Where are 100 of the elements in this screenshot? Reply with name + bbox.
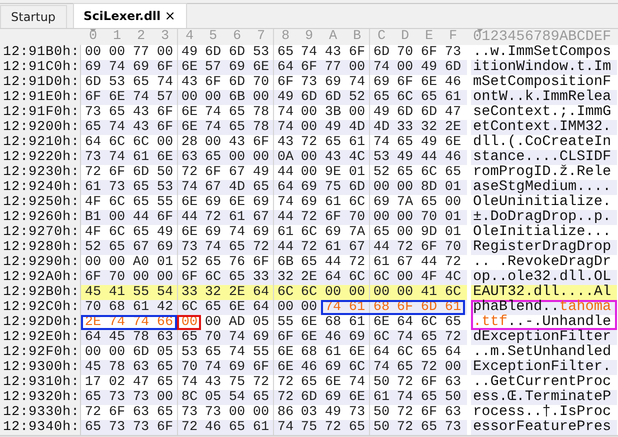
hex-byte: 73 [204,405,222,420]
column-header: D [400,29,410,45]
hex-byte: 4F [84,195,102,210]
hex-byte: 57 [204,60,222,75]
hex-byte: 6E [300,315,318,330]
offset-label: 12:92C0h: [0,300,80,315]
hex-byte: 00 [396,60,414,75]
hex-byte: 00 [444,195,462,210]
column-header: 3 [160,29,170,45]
hex-byte: 00 [108,210,126,225]
column-header: 2 [136,29,146,45]
hex-byte: 01 [444,225,462,240]
hex-byte: 69 [228,360,246,375]
hex-byte: 49 [324,120,342,135]
hex-byte: 65 [204,255,222,270]
hex-byte: 6C [108,225,126,240]
tab[interactable]: SciLexer.dll × [72,3,187,28]
hex-byte: 4D [228,180,246,195]
offset-label: 12:91F0h: [0,105,80,120]
hex-byte: 69 [324,390,342,405]
hex-byte: 45 [84,285,102,300]
hex-byte: 6D [204,45,222,60]
column-header: 5 [208,29,218,45]
hex-byte: 6F [156,120,174,135]
hex-byte: 72 [300,240,318,255]
hex-byte: 64 [324,270,342,285]
hex-byte: 6E [300,330,318,345]
hex-byte: 65 [348,420,366,435]
hex-byte: 00 [156,45,174,60]
hex-byte: 8D [420,180,438,195]
ascii-text: .. .RevokeDragDr [472,255,612,270]
ascii-text: EAUT32.dll....Al [471,285,617,300]
hex-byte: 72 [444,255,462,270]
close-icon[interactable]: × [164,8,176,24]
hex-byte: 65 [252,180,270,195]
hex-byte: 6C [177,300,201,315]
hex-byte: 6F [300,60,318,75]
hex-byte: 65 [156,360,174,375]
hex-byte: 33 [396,120,414,135]
hex-byte: 6C [348,195,366,210]
ascii-text: romProgID.ž.Rele [472,165,612,180]
hex-byte: 64 [84,135,102,150]
offset-label: 12:9250h: [0,195,80,210]
hex-byte: 63 [444,375,462,390]
hex-byte: 65 [108,105,126,120]
hex-byte: 6F [156,210,174,225]
hex-byte: 45 [84,360,102,375]
hex-byte: 70 [420,210,438,225]
hex-byte: 6B [228,90,246,105]
hex-byte: 6C [348,360,366,375]
hex-byte: 6E [348,390,366,405]
hex-byte: 65 [84,420,102,435]
hex-byte: 52 [84,240,102,255]
hex-byte: 00 [204,90,222,105]
hex-byte: 70 [84,300,102,315]
hex-byte: 72 [420,360,438,375]
hex-byte: 69 [348,330,366,345]
hex-byte: AD [228,315,246,330]
hex-byte: 72 [252,375,270,390]
offset-label: 12:92D0h: [0,315,80,330]
hex-byte: 01 [444,210,462,225]
hex-byte: 74 [348,75,366,90]
hex-byte: 69 [252,195,270,210]
hex-byte: 4C [444,270,462,285]
hex-byte: 65 [396,135,414,150]
offset-label: 12:9210h: [0,135,80,150]
hex-byte: 78 [252,120,270,135]
offset-label: 12:91B0h: [0,45,80,60]
hex-byte: 6F [420,405,438,420]
hex-byte: 73 [84,105,102,120]
hex-byte: 00 [84,345,102,360]
hex-byte: 6F [156,420,174,435]
hex-byte: 54 [228,390,246,405]
hex-byte: 00 [108,345,126,360]
hex-byte: 67 [348,240,366,255]
tab[interactable]: Startup [0,5,67,28]
hex-byte: 75 [300,420,318,435]
hex-byte: 33 [252,270,270,285]
offset-label: 12:9270h: [0,225,80,240]
hex-byte: 6E [252,60,270,75]
hex-byte: 69 [204,225,222,240]
hex-byte: 63 [444,405,462,420]
hex-byte: 67 [228,165,246,180]
hex-byte: 73 [108,180,126,195]
hex-byte: 57 [156,90,174,105]
hex-byte: 00 [252,90,270,105]
ascii-text: ontW..k.ImmRelea [471,90,617,105]
ascii-text: dExceptionFilter [471,330,617,345]
hex-byte: 61 [132,300,150,315]
hex-byte: 00 [252,150,270,165]
hex-byte: 70 [444,240,462,255]
ascii-text: .ttf..-.Unhandle [471,315,617,330]
hex-byte: 65 [84,120,102,135]
hex-byte: 43 [132,120,150,135]
hex-byte: 44 [420,150,438,165]
hex-byte: 00 [156,270,174,285]
hex-byte: 6E [324,375,342,390]
hex-byte: 65 [396,360,414,375]
ascii-text: ExceptionFilter. [471,360,617,375]
hex-byte: 6D [300,390,318,405]
